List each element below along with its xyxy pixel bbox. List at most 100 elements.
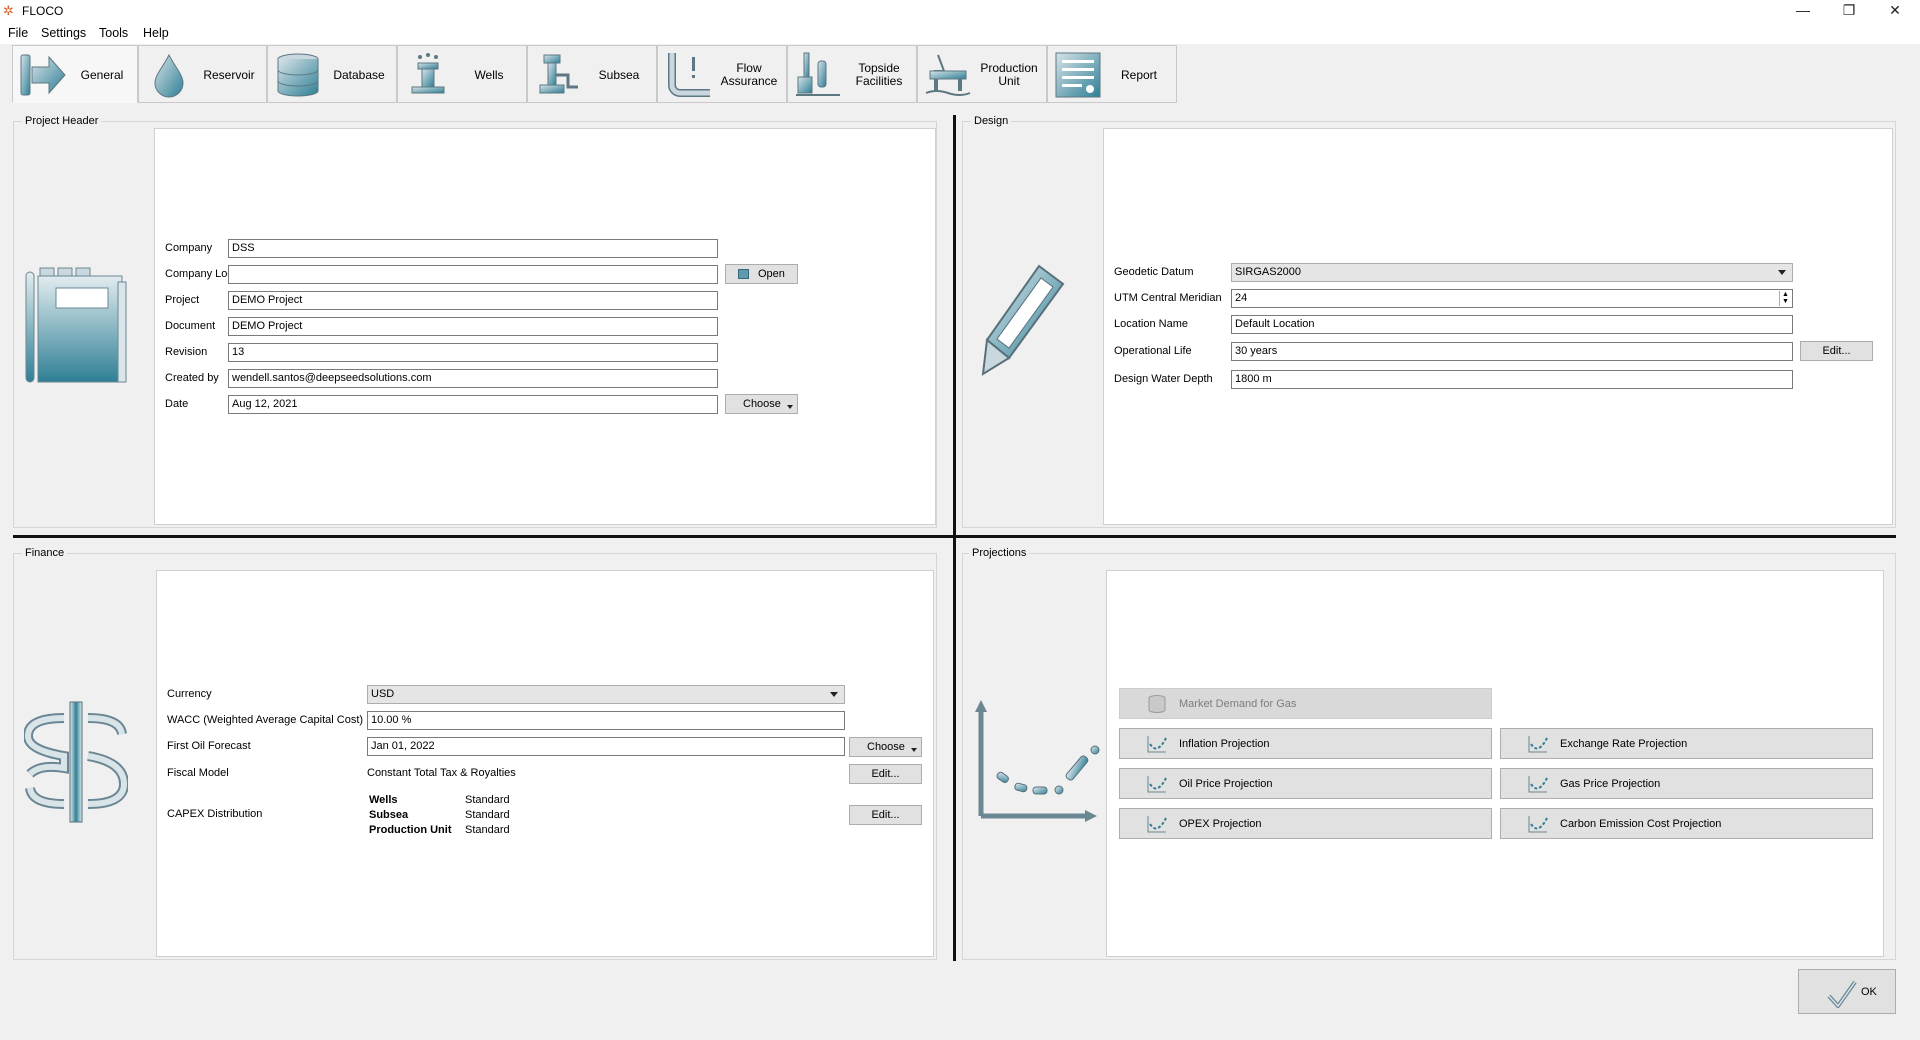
- exchange-rate-projection-label: Exchange Rate Projection: [1560, 738, 1688, 750]
- company-label: Company: [165, 242, 213, 254]
- choose-first-oil-button[interactable]: Choose: [849, 737, 922, 757]
- gas-price-projection-button[interactable]: Gas Price Projection: [1500, 768, 1873, 799]
- tab-production-unit[interactable]: Production Unit: [917, 45, 1047, 103]
- currency-symbol-icon: [24, 701, 128, 823]
- tab-label: General: [80, 67, 124, 82]
- vertical-splitter[interactable]: [953, 115, 956, 961]
- fiscal-model-edit-button[interactable]: Edit...: [849, 764, 922, 784]
- exchange-rate-projection-button[interactable]: Exchange Rate Projection: [1500, 728, 1873, 759]
- tab-label: Wells: [474, 67, 504, 82]
- ok-button[interactable]: OK: [1798, 969, 1896, 1014]
- oil-price-projection-label: Oil Price Projection: [1179, 778, 1273, 790]
- capex-item-name: Wells: [369, 793, 398, 806]
- restore-button[interactable]: ❐: [1826, 0, 1872, 22]
- close-button[interactable]: ✕: [1872, 0, 1918, 22]
- geodetic-datum-value: SIRGAS2000: [1235, 266, 1302, 278]
- menu-file[interactable]: File: [8, 26, 28, 40]
- capex-edit-button[interactable]: Edit...: [849, 805, 922, 825]
- geodetic-datum-select[interactable]: SIRGAS2000: [1231, 263, 1793, 282]
- project-field[interactable]: DEMO Project: [228, 291, 718, 310]
- menu-bar: File Settings Tools Help: [0, 22, 1920, 44]
- carbon-emission-cost-projection-button[interactable]: Carbon Emission Cost Projection: [1500, 808, 1873, 839]
- opex-projection-button[interactable]: OPEX Projection: [1119, 808, 1492, 839]
- capex-row: Wells Standard: [367, 792, 510, 807]
- horizontal-splitter[interactable]: [13, 535, 1896, 538]
- window-title: FLOCO: [22, 4, 64, 18]
- project-header-title: Project Header: [22, 115, 102, 127]
- tab-topside-facilities[interactable]: Topside Facilities: [787, 45, 917, 103]
- choose-date-button[interactable]: Choose: [725, 394, 798, 414]
- inflation-projection-button[interactable]: Inflation Projection: [1119, 728, 1492, 759]
- first-oil-field[interactable]: Jan 01, 2022: [367, 737, 845, 756]
- tab-wells[interactable]: Wells: [397, 45, 527, 103]
- tab-label: Reservoir: [203, 67, 255, 82]
- capex-row: Subsea Standard: [367, 807, 510, 822]
- document-field[interactable]: DEMO Project: [228, 317, 718, 336]
- water-depth-field[interactable]: 1800 m: [1231, 370, 1793, 389]
- oil-price-projection-button[interactable]: Oil Price Projection: [1119, 768, 1492, 799]
- company-logo-field[interactable]: [228, 265, 718, 284]
- capex-item-name: Subsea: [369, 808, 409, 821]
- tab-report[interactable]: Report: [1047, 45, 1177, 103]
- document-cabinet-icon: [25, 267, 127, 383]
- tab-label: Production Unit: [980, 61, 1038, 88]
- finance-title: Finance: [22, 547, 68, 559]
- geodetic-datum-label: Geodetic Datum: [1114, 266, 1194, 278]
- trend-curve-icon: [1528, 776, 1548, 793]
- projections-title: Projections: [969, 547, 1030, 559]
- utm-meridian-value: 24: [1235, 292, 1248, 304]
- tab-flow-assurance[interactable]: Flow Assurance: [657, 45, 787, 103]
- currency-value: USD: [371, 688, 395, 700]
- utm-meridian-spinbox[interactable]: 24 ▲ ▼: [1231, 289, 1793, 308]
- project-header-form: Company DSS Company Logo Open Project DE…: [154, 128, 936, 525]
- created-by-label: Created by: [165, 372, 219, 384]
- open-logo-button[interactable]: Open: [725, 264, 798, 284]
- platform-icon: [925, 54, 971, 96]
- database-icon: [277, 53, 319, 97]
- fiscal-model-value: Constant Total Tax & Royalties: [367, 767, 516, 779]
- tab-reservoir[interactable]: Reservoir: [138, 45, 267, 103]
- company-field[interactable]: DSS: [228, 239, 718, 258]
- revision-field[interactable]: 13: [228, 343, 718, 362]
- date-field[interactable]: Aug 12, 2021: [228, 395, 718, 414]
- tab-label: Flow Assurance: [720, 61, 778, 88]
- app-gear-icon: ✲: [3, 3, 14, 18]
- menu-settings[interactable]: Settings: [41, 26, 86, 40]
- tab-database[interactable]: Database: [267, 45, 397, 103]
- menu-help[interactable]: Help: [143, 26, 169, 40]
- location-name-field[interactable]: Default Location: [1231, 315, 1793, 334]
- document-label: Document: [165, 320, 216, 332]
- capex-row: Production Unit Standard: [367, 822, 510, 837]
- currency-select[interactable]: USD: [367, 685, 845, 704]
- minimize-button[interactable]: —: [1780, 0, 1826, 22]
- database-icon: [1148, 695, 1166, 713]
- operational-life-edit-button[interactable]: Edit...: [1800, 341, 1873, 361]
- choose-button-label: Choose: [743, 398, 781, 410]
- created-by-field[interactable]: wendell.santos@deepseedsolutions.com: [228, 369, 718, 388]
- wacc-field[interactable]: 10.00 %: [367, 711, 845, 730]
- trend-curve-icon: [1147, 736, 1167, 753]
- chevron-down-icon: [830, 692, 838, 697]
- subsea-tree-icon: [539, 54, 578, 94]
- operational-life-field[interactable]: 30 years: [1231, 342, 1793, 361]
- first-oil-label: First Oil Forecast: [167, 740, 251, 752]
- market-demand-gas-button[interactable]: Market Demand for Gas: [1119, 688, 1492, 719]
- tab-general[interactable]: General: [12, 45, 138, 103]
- project-header-group: Project Header Company DSS Company Logo …: [13, 115, 937, 528]
- water-depth-label: Design Water Depth: [1114, 373, 1213, 385]
- droplet-icon: [154, 53, 184, 98]
- capex-item-value: Standard: [465, 823, 510, 836]
- spin-arrows-icon[interactable]: ▲ ▼: [1779, 291, 1791, 306]
- design-form: Geodetic Datum SIRGAS2000 UTM Central Me…: [1103, 128, 1893, 525]
- chevron-down-icon: [911, 748, 917, 752]
- utm-meridian-label: UTM Central Meridian: [1114, 292, 1222, 304]
- tab-subsea[interactable]: Subsea: [527, 45, 657, 103]
- choose-button-label: Choose: [867, 741, 905, 753]
- tab-label: Topside Facilities: [855, 61, 903, 88]
- menu-tools[interactable]: Tools: [99, 26, 128, 40]
- report-icon: [1055, 52, 1101, 98]
- projections-group: Projections Market Demand for Gas Inflat…: [962, 547, 1896, 960]
- location-name-label: Location Name: [1114, 318, 1188, 330]
- inflation-projection-label: Inflation Projection: [1179, 738, 1270, 750]
- folder-icon: [738, 269, 749, 279]
